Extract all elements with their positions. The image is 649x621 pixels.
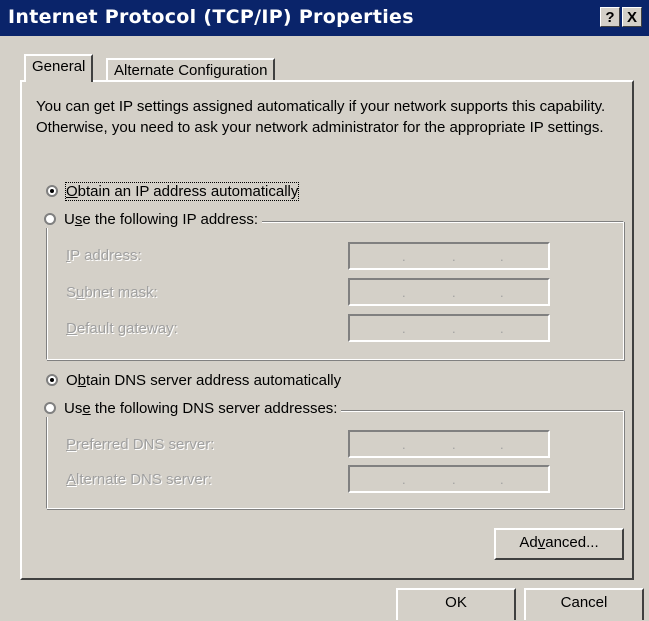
obtain-ip-automatically-label: Obtain an IP address automatically	[64, 182, 300, 201]
close-button[interactable]: X	[622, 7, 642, 27]
obtain-dns-automatically-radio[interactable]: Obtain DNS server address automatically	[46, 372, 341, 389]
dns-server-group	[46, 410, 624, 509]
obtain-ip-automatically-radio[interactable]: Obtain an IP address automatically	[46, 182, 300, 201]
alternate-dns-input[interactable]: . . .	[348, 465, 550, 493]
advanced-button[interactable]: Advanced...	[494, 528, 624, 560]
help-button[interactable]: ?	[600, 7, 620, 27]
default-gateway-input[interactable]: . . .	[348, 314, 550, 342]
radio-checked-icon	[46, 374, 58, 386]
default-gateway-label: Default gateway:	[66, 320, 178, 337]
use-following-dns-label: Use the following DNS server addresses:	[64, 400, 338, 417]
subnet-mask-label: Subnet mask:	[66, 284, 158, 301]
radio-checked-icon	[46, 185, 58, 197]
obtain-dns-automatically-label: Obtain DNS server address automatically	[66, 372, 342, 389]
radio-unchecked-icon	[44, 213, 56, 225]
advanced-button-label: Advanced...	[519, 534, 599, 551]
window-title: Internet Protocol (TCP/IP) Properties	[8, 6, 414, 28]
use-following-ip-label: Use the following IP address:	[64, 211, 259, 228]
ip-address-label: IP address:	[66, 247, 142, 264]
preferred-dns-input[interactable]: . . .	[348, 430, 550, 458]
subnet-mask-input[interactable]: . . .	[348, 278, 550, 306]
alternate-dns-label: Alternate DNS server:	[66, 471, 212, 488]
tab-general-label: General	[32, 58, 86, 75]
cancel-button[interactable]: Cancel	[524, 588, 644, 620]
tab-general[interactable]: General	[24, 54, 94, 82]
title-bar[interactable]: Internet Protocol (TCP/IP) Properties ? …	[0, 0, 649, 36]
ip-address-input[interactable]: . . .	[348, 242, 550, 270]
description-text: You can get IP settings assigned automat…	[36, 98, 606, 136]
tab-alternate-configuration-label: Alternate Configuration	[114, 62, 268, 79]
use-following-dns-radio[interactable]: Use the following DNS server addresses:	[44, 400, 342, 417]
ok-button[interactable]: OK	[396, 588, 516, 620]
tab-alternate-configuration[interactable]: Alternate Configuration	[106, 58, 276, 80]
radio-unchecked-icon	[44, 402, 56, 414]
preferred-dns-label: Preferred DNS server:	[66, 436, 215, 453]
use-following-ip-radio[interactable]: Use the following IP address:	[44, 211, 263, 228]
